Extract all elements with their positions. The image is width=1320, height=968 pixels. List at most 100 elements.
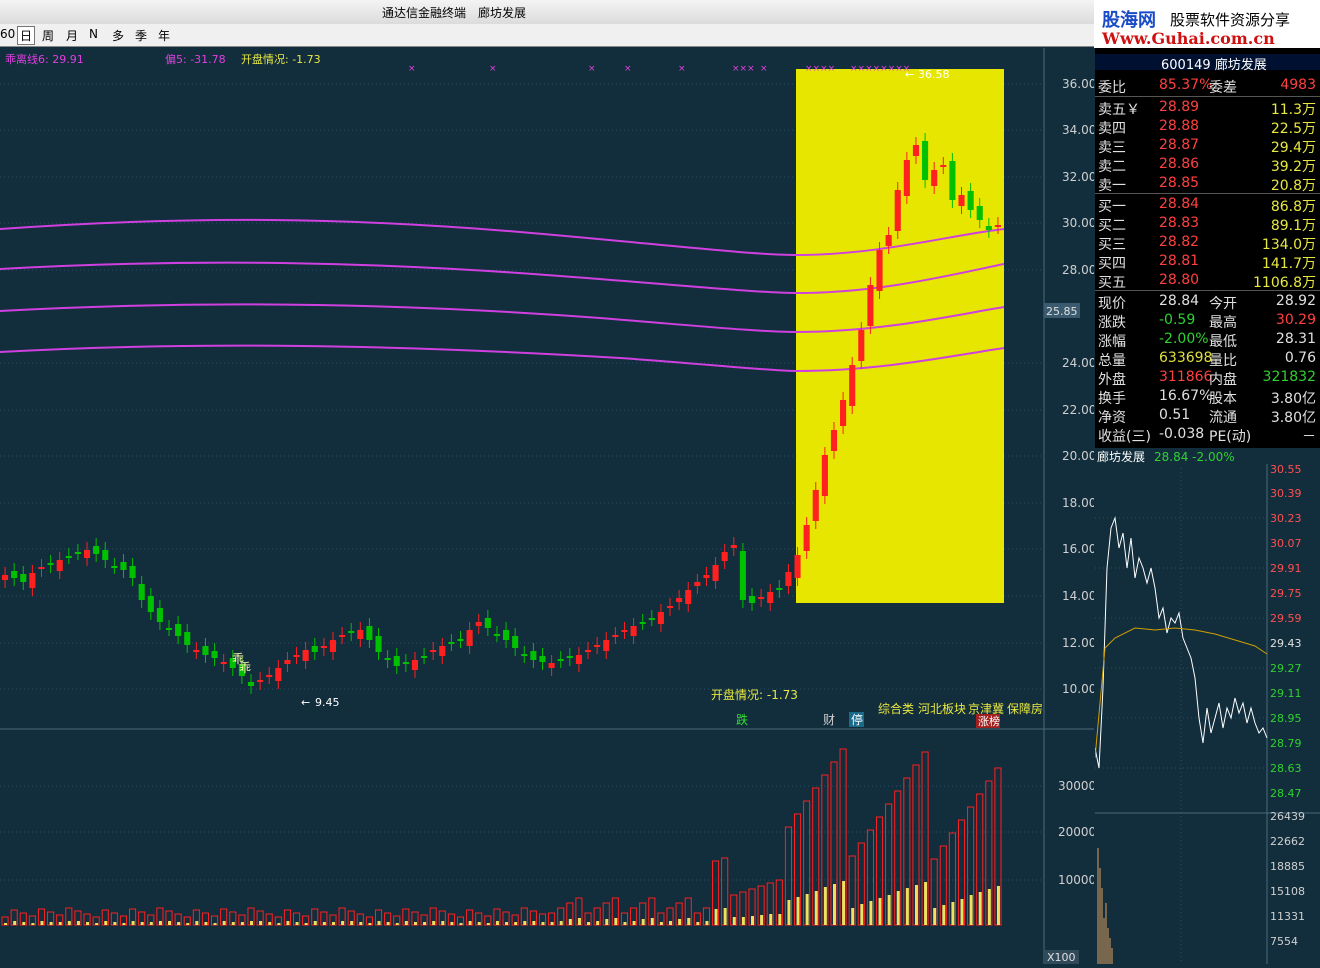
intraday-volume-label: 26439 <box>1270 810 1305 823</box>
ask-row: 卖一 28.85 20.8万 <box>1095 175 1320 194</box>
ask-row-value: 28.86 <box>1159 156 1200 172</box>
ask-row-label: 卖三 <box>1098 140 1126 156</box>
tag-guai-2: 乖 <box>239 661 251 675</box>
volume-sub-bar <box>669 921 673 925</box>
candle-body <box>584 650 592 652</box>
volume-axis: 30000 20000 10000 <box>1058 779 1094 887</box>
candle-body <box>93 546 100 554</box>
volume-unit: X100 <box>1047 951 1076 964</box>
volume-sub-bar <box>49 922 53 925</box>
intraday-price-label: 29.91 <box>1270 562 1302 575</box>
candle-body <box>685 590 692 604</box>
ask-row-value2: 29.4万 <box>1270 140 1316 156</box>
volume-sub-bar <box>951 902 955 925</box>
candle-body <box>794 555 801 578</box>
stat-row-label2: 最低 <box>1209 334 1237 350</box>
stat-row-value: 16.67% <box>1159 388 1213 404</box>
quote-header: 600149 廊坊发展 <box>1161 58 1267 73</box>
candle-body <box>165 628 173 630</box>
candle-body <box>503 630 510 640</box>
ask-row-value2: 20.8万 <box>1270 178 1316 194</box>
intraday-volume-label: 18885 <box>1270 860 1305 873</box>
candle-body <box>466 630 473 646</box>
bid-row-label: 买一 <box>1098 199 1126 215</box>
candle-body <box>803 525 810 551</box>
volume-sub-bar <box>751 916 754 925</box>
period-year[interactable]: 年 <box>158 27 170 44</box>
candle-body <box>785 572 792 586</box>
ask-row-value2: 22.5万 <box>1270 121 1316 137</box>
period-multi[interactable]: 多 <box>112 27 124 44</box>
volume-label: 10000 <box>1058 873 1094 887</box>
candle-body <box>430 650 437 652</box>
period-n[interactable]: N <box>89 27 98 41</box>
volume-sub-bar <box>441 921 445 925</box>
volume-sub-bar <box>404 921 408 925</box>
volume-sub-bar <box>741 917 745 925</box>
sector-1[interactable]: 综合类 <box>878 701 914 716</box>
volume-sub-bar <box>468 921 472 925</box>
bid-row-value2: 86.8万 <box>1270 199 1316 215</box>
volume-sub-bar <box>359 922 363 925</box>
period-month[interactable]: 月 <box>66 27 78 44</box>
candle-body <box>11 571 18 578</box>
candle-body <box>393 656 400 666</box>
divider <box>1095 96 1320 97</box>
stat-row: 涨幅 -2.00% 最低 28.31 <box>1095 331 1320 350</box>
period-week[interactable]: 周 <box>42 27 54 44</box>
period-day[interactable]: 日 <box>17 26 36 45</box>
volume-sub-bar <box>814 891 818 925</box>
volume-sub-bar <box>368 923 372 925</box>
candle-body <box>175 624 182 636</box>
candle-body <box>102 550 109 560</box>
volume-sub-bar <box>732 917 736 925</box>
ask-row-value: 28.87 <box>1159 137 1200 153</box>
sector-3[interactable]: 京津冀 <box>968 702 1004 716</box>
stat-row: 收益(三) -0.038 PE(动) － <box>1095 426 1320 445</box>
candle-body <box>384 658 391 660</box>
candle-body <box>275 668 282 681</box>
candle-body <box>648 618 655 620</box>
period-60[interactable]: 60 <box>0 27 15 41</box>
svg-text:××××××××: ×××××××× <box>850 64 910 74</box>
stat-row-label2: PE(动) <box>1209 429 1252 445</box>
tag-cai: 财 <box>823 713 835 727</box>
candle-body <box>712 565 719 581</box>
candle-body <box>849 365 856 406</box>
stat-row: 外盘 311866 内盘 321832 <box>1095 369 1320 388</box>
bid-row-value: 28.82 <box>1159 234 1200 250</box>
volume-sub-bar <box>987 889 991 925</box>
volume-sub-bar <box>705 921 709 925</box>
candle-body <box>47 563 54 565</box>
intraday-price-label: 30.39 <box>1270 487 1302 500</box>
svg-text:×: × <box>408 64 416 74</box>
ask-row: 卖二 28.86 39.2万 <box>1095 156 1320 175</box>
candle-body <box>120 562 127 570</box>
volume-sub-bar <box>632 921 636 925</box>
volume-sub-bar <box>204 922 208 925</box>
sector-2[interactable]: 河北板块 <box>918 702 966 716</box>
candle-body <box>83 550 91 558</box>
candle-body <box>329 640 337 652</box>
volume-sub-bar <box>377 921 381 925</box>
volume-sub-bar <box>787 900 791 925</box>
candle-body <box>739 551 746 600</box>
volume-sub-bar <box>623 922 627 925</box>
volume-sub-bar <box>140 922 144 925</box>
volume-sub-bar <box>395 923 399 925</box>
period-season[interactable]: 季 <box>135 27 147 44</box>
low-label: 9.45 <box>315 696 340 709</box>
volume-sub-bar <box>805 894 809 925</box>
bid-row-label: 买二 <box>1098 218 1126 234</box>
volume-sub-bar <box>678 919 682 925</box>
stat-row: 换手 16.67% 股本 3.80亿 <box>1095 388 1320 407</box>
intraday-price-label: 28.63 <box>1270 762 1302 775</box>
intraday-chart[interactable]: 廊坊发展 28.84 -2.00% 30.55 30.39 30.23 30.0… <box>1094 448 1320 964</box>
stat-row-label2: 内盘 <box>1209 372 1237 388</box>
sector-4[interactable]: 保障房 <box>1007 701 1043 716</box>
volume-sub-bar <box>823 887 827 925</box>
candle-body <box>247 682 255 686</box>
tag-die: 跌 <box>736 712 748 727</box>
candle-body <box>129 566 136 578</box>
kline-chart[interactable]: × × × × × ××× × ×××× ×××××××× 36.00 34.00 32.0… <box>0 48 1094 964</box>
